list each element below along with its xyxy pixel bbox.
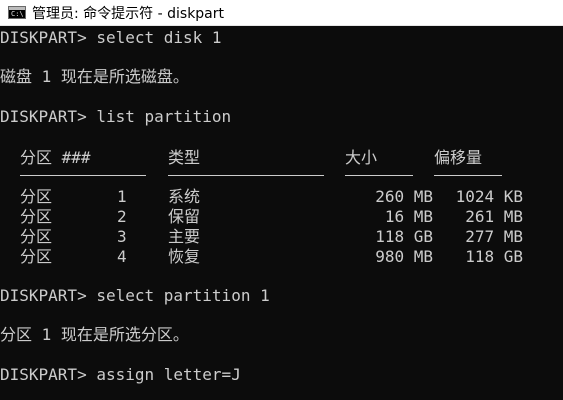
table-cell: 系统 <box>168 187 201 206</box>
table-cell: 1 <box>117 187 127 206</box>
table-row: 分区 1 系统 260 MB 1024 KB <box>0 187 563 207</box>
table-cell: 16 MB <box>384 207 433 226</box>
window-title: 管理员: 命令提示符 - diskpart <box>32 5 225 22</box>
table-rule <box>20 175 146 176</box>
title-bar[interactable]: C:\ 管理员: 命令提示符 - diskpart <box>0 0 563 26</box>
command-line: DISKPART> select disk 1 <box>0 28 222 47</box>
command-line: DISKPART> assign letter=J <box>0 365 241 384</box>
command-line: DISKPART> list partition <box>0 107 232 126</box>
table-cell: 恢复 <box>168 247 201 266</box>
table-cell: 261 MB <box>465 207 523 226</box>
table-cell: 4 <box>117 247 127 266</box>
table-header: 大小 <box>345 148 378 167</box>
console-icon: C:\ <box>8 6 26 19</box>
table-row: 分区 3 主要 118 GB 277 MB <box>0 227 563 247</box>
table-cell: 277 MB <box>465 227 523 246</box>
table-cell: 3 <box>117 227 127 246</box>
table-rule <box>434 175 502 176</box>
console-output[interactable]: DISKPART> select disk 1 磁盘 1 现在是所选磁盘。 DI… <box>0 26 563 400</box>
table-cell: 分区 <box>20 207 53 226</box>
table-cell: 260 MB <box>375 187 433 206</box>
table-cell: 2 <box>117 207 127 226</box>
table-header: 分区 ### <box>20 148 91 167</box>
output-line: 磁盘 1 现在是所选磁盘。 <box>0 67 189 86</box>
table-cell: 分区 <box>20 247 53 266</box>
table-cell: 980 MB <box>375 247 433 266</box>
table-row: 分区 2 保留 16 MB 261 MB <box>0 207 563 227</box>
table-row: 分区 4 恢复 980 MB 118 GB <box>0 247 563 267</box>
table-cell: 分区 <box>20 187 53 206</box>
table-rule <box>168 175 324 176</box>
table-cell: 保留 <box>168 207 201 226</box>
table-header-row: 分区 ### 类型 大小 偏移量 <box>0 148 563 168</box>
table-cell: 1024 KB <box>455 187 523 206</box>
command-prompt-window: C:\ 管理员: 命令提示符 - diskpart DISKPART> sele… <box>0 0 563 400</box>
table-cell: 主要 <box>168 227 201 246</box>
table-header: 类型 <box>168 148 201 167</box>
output-line: 分区 1 现在是所选分区。 <box>0 325 189 344</box>
table-cell: 118 GB <box>375 227 433 246</box>
table-cell: 118 GB <box>465 247 523 266</box>
command-line: DISKPART> select partition 1 <box>0 286 270 305</box>
table-header: 偏移量 <box>434 148 483 167</box>
table-rule <box>345 175 413 176</box>
table-cell: 分区 <box>20 227 53 246</box>
